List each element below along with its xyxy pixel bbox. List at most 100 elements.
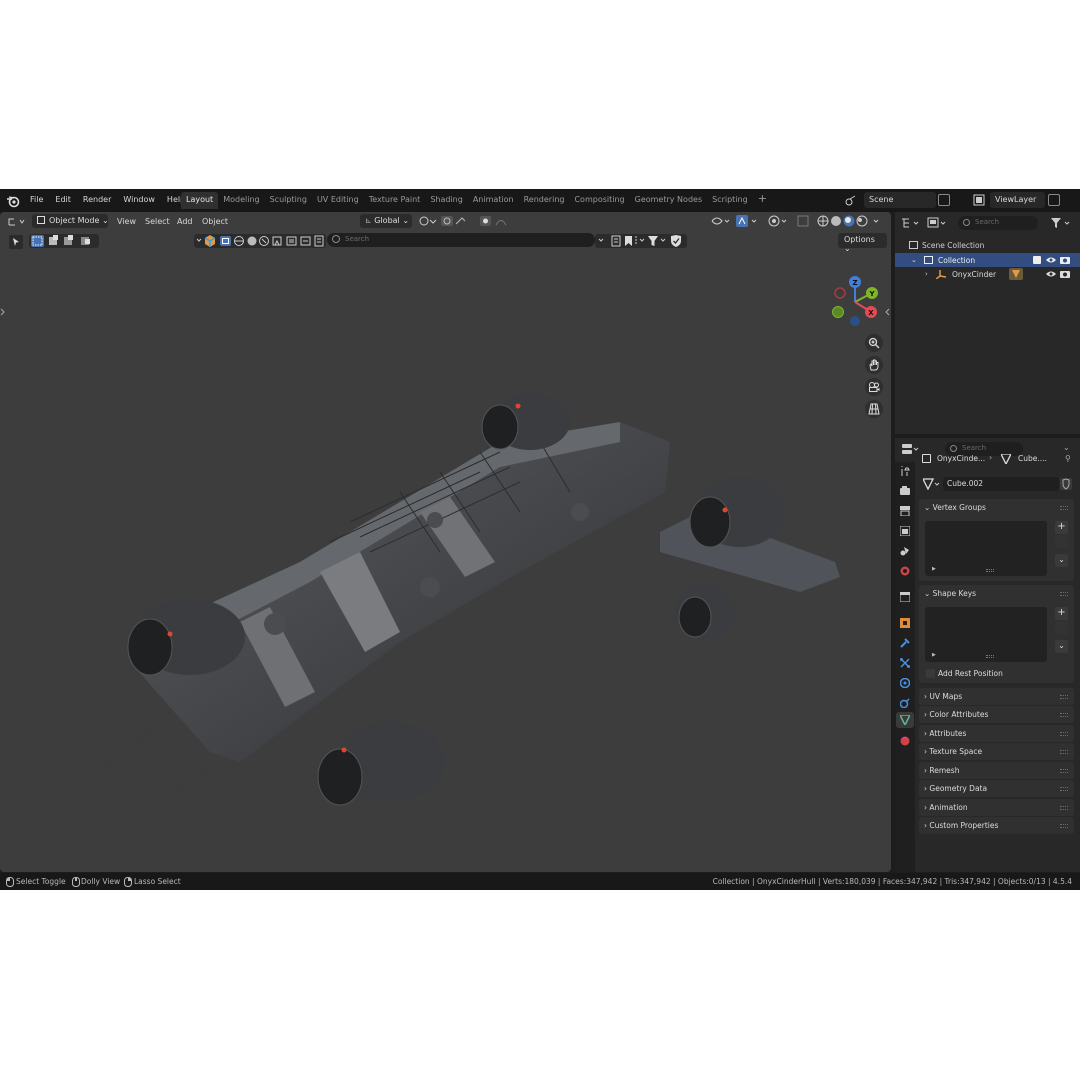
scene-collection-row[interactable]: Scene Collection [909,241,984,250]
viewport-visibility-icons[interactable] [194,234,326,248]
viewport-menu-view[interactable]: View [117,217,136,226]
tab-texture-paint[interactable]: Texture Paint [364,192,426,209]
tab-modeling[interactable]: Modeling [218,192,264,209]
world-tab-icon[interactable] [900,566,910,576]
viewport-search-input[interactable]: Search [327,233,595,247]
outliner-search-input[interactable]: Search [958,216,1038,230]
panel-grip-icon[interactable] [1060,695,1068,699]
panel-grip-icon[interactable] [1060,787,1068,791]
animation-panel[interactable]: › Animation [919,799,1074,816]
color-attributes-panel[interactable]: › Color Attributes [919,706,1074,723]
tab-layout[interactable]: Layout [181,192,219,209]
add-shape-key-button[interactable]: + [1055,607,1068,620]
tab-animation[interactable]: Animation [468,192,519,209]
tab-geometry-nodes[interactable]: Geometry Nodes [630,192,707,209]
add-workspace-icon[interactable]: + [753,192,772,209]
toolbar-expand-icon[interactable] [0,308,5,316]
perspective-toggle-button[interactable] [865,400,883,418]
new-scene-icon[interactable] [938,194,950,206]
editor-type-icon[interactable] [8,216,26,226]
menu-edit[interactable]: Edit [49,195,77,204]
object-row[interactable]: › OnyxCinder [895,267,1080,281]
exclude-checkbox[interactable] [1033,256,1041,264]
menu-window[interactable]: Window [117,195,161,204]
navigation-gizmo[interactable]: Z Y X [827,272,887,332]
add-vertex-group-button[interactable]: + [1055,521,1068,534]
object-expand-icon[interactable]: › [925,270,928,278]
tab-shading[interactable]: Shading [425,192,468,209]
mode-dropdown[interactable]: Object Mode ⌄ [32,214,109,228]
remesh-panel[interactable]: › Remesh [919,762,1074,779]
vertex-group-specials-button[interactable]: ⌄ [1055,554,1068,567]
new-view-layer-icon[interactable] [1048,194,1060,206]
tab-sculpting[interactable]: Sculpting [265,192,312,209]
panel-grip-icon[interactable] [1060,732,1068,736]
object-eye-icon[interactable] [1046,270,1056,278]
list-resize-grip-icon[interactable] [986,569,994,572]
panel-grip-icon[interactable] [1060,750,1068,754]
add-rest-position-checkbox[interactable] [926,669,935,678]
scene-tab-icon[interactable] [900,546,910,556]
select-tool-icon[interactable] [9,235,23,249]
mesh-data-tab-active[interactable] [896,712,914,728]
collection-tab-icon[interactable] [900,592,910,602]
render-camera-icon[interactable] [1060,256,1070,264]
constraints-tab-icon[interactable] [900,698,910,708]
outliner-editor-type-icon[interactable] [901,217,921,229]
snap-proportional-icons[interactable] [418,215,518,227]
pan-button[interactable] [865,356,883,374]
particles-tab-icon[interactable] [900,658,910,668]
blender-logo-icon[interactable] [6,194,20,208]
camera-view-button[interactable] [865,378,883,396]
attributes-panel[interactable]: › Attributes [919,725,1074,742]
collection-expand-icon[interactable]: ⌄ [911,256,917,264]
modifier-badge-icon[interactable] [1009,268,1023,280]
scene-selector[interactable]: Scene [864,192,936,208]
transform-orientation-dropdown[interactable]: ⊾ Global ⌄ [360,214,412,228]
output-tab-icon[interactable] [900,506,910,516]
shape-keys-list[interactable]: ▶ [925,607,1047,662]
collection-row[interactable]: ⌄ Collection [895,253,1080,267]
tab-rendering[interactable]: Rendering [519,192,570,209]
eye-icon[interactable] [1046,256,1056,264]
breadcrumb-data[interactable]: Cube.... [1018,454,1047,463]
tab-scripting[interactable]: Scripting [707,192,753,209]
view-layer-icon[interactable] [973,194,985,206]
view-layer-tab-icon[interactable] [900,526,910,536]
viewport-menu-select[interactable]: Select [145,217,170,226]
menu-file[interactable]: File [24,195,49,204]
viewport-menu-add[interactable]: Add [177,217,193,226]
display-mode-icon[interactable] [927,217,947,229]
properties-editor-type-icon[interactable] [901,443,921,455]
list-filter-toggle-icon[interactable]: ▶ [932,566,936,572]
modifier-tab-icon[interactable] [900,638,910,648]
outliner-filter-icon[interactable] [1050,217,1074,229]
panel-grip-icon[interactable] [1060,506,1068,510]
panel-grip-icon[interactable] [1060,769,1068,773]
viewport-filter-icons[interactable] [595,234,687,248]
list-filter-toggle-icon[interactable]: ▶ [932,652,936,658]
material-tab-icon[interactable] [900,736,910,746]
vertex-groups-list[interactable]: ▶ [925,521,1047,576]
mesh-browse-icon[interactable] [923,478,941,490]
shape-keys-header[interactable]: ⌄ Shape Keys [924,589,976,598]
tool-tab-icon[interactable] [900,466,910,476]
panel-grip-icon[interactable] [1060,592,1068,596]
shape-key-specials-button[interactable]: ⌄ [1055,640,1068,653]
zoom-button[interactable] [865,334,883,352]
panel-grip-icon[interactable] [1060,806,1068,810]
options-dropdown[interactable]: Options ⌄ [838,233,887,253]
panel-grip-icon[interactable] [1060,713,1068,717]
object-tab-icon[interactable] [900,618,910,628]
panel-grip-icon[interactable] [1060,824,1068,828]
uv-maps-panel[interactable]: › UV Maps [919,688,1074,705]
custom-properties-panel[interactable]: › Custom Properties [919,817,1074,834]
geometry-data-panel[interactable]: › Geometry Data [919,780,1074,797]
viewport-menu-object[interactable]: Object [202,217,228,226]
view-layer-selector[interactable]: ViewLayer [990,192,1045,208]
physics-tab-icon[interactable] [900,678,910,688]
object-render-icon[interactable] [1060,270,1070,278]
3d-viewport[interactable]: Object Mode ⌄ View Select Add Object ⊾ G… [0,212,891,872]
pin-icon[interactable]: ⚲ [1065,454,1071,463]
remove-shape-key-button[interactable] [1055,621,1068,634]
